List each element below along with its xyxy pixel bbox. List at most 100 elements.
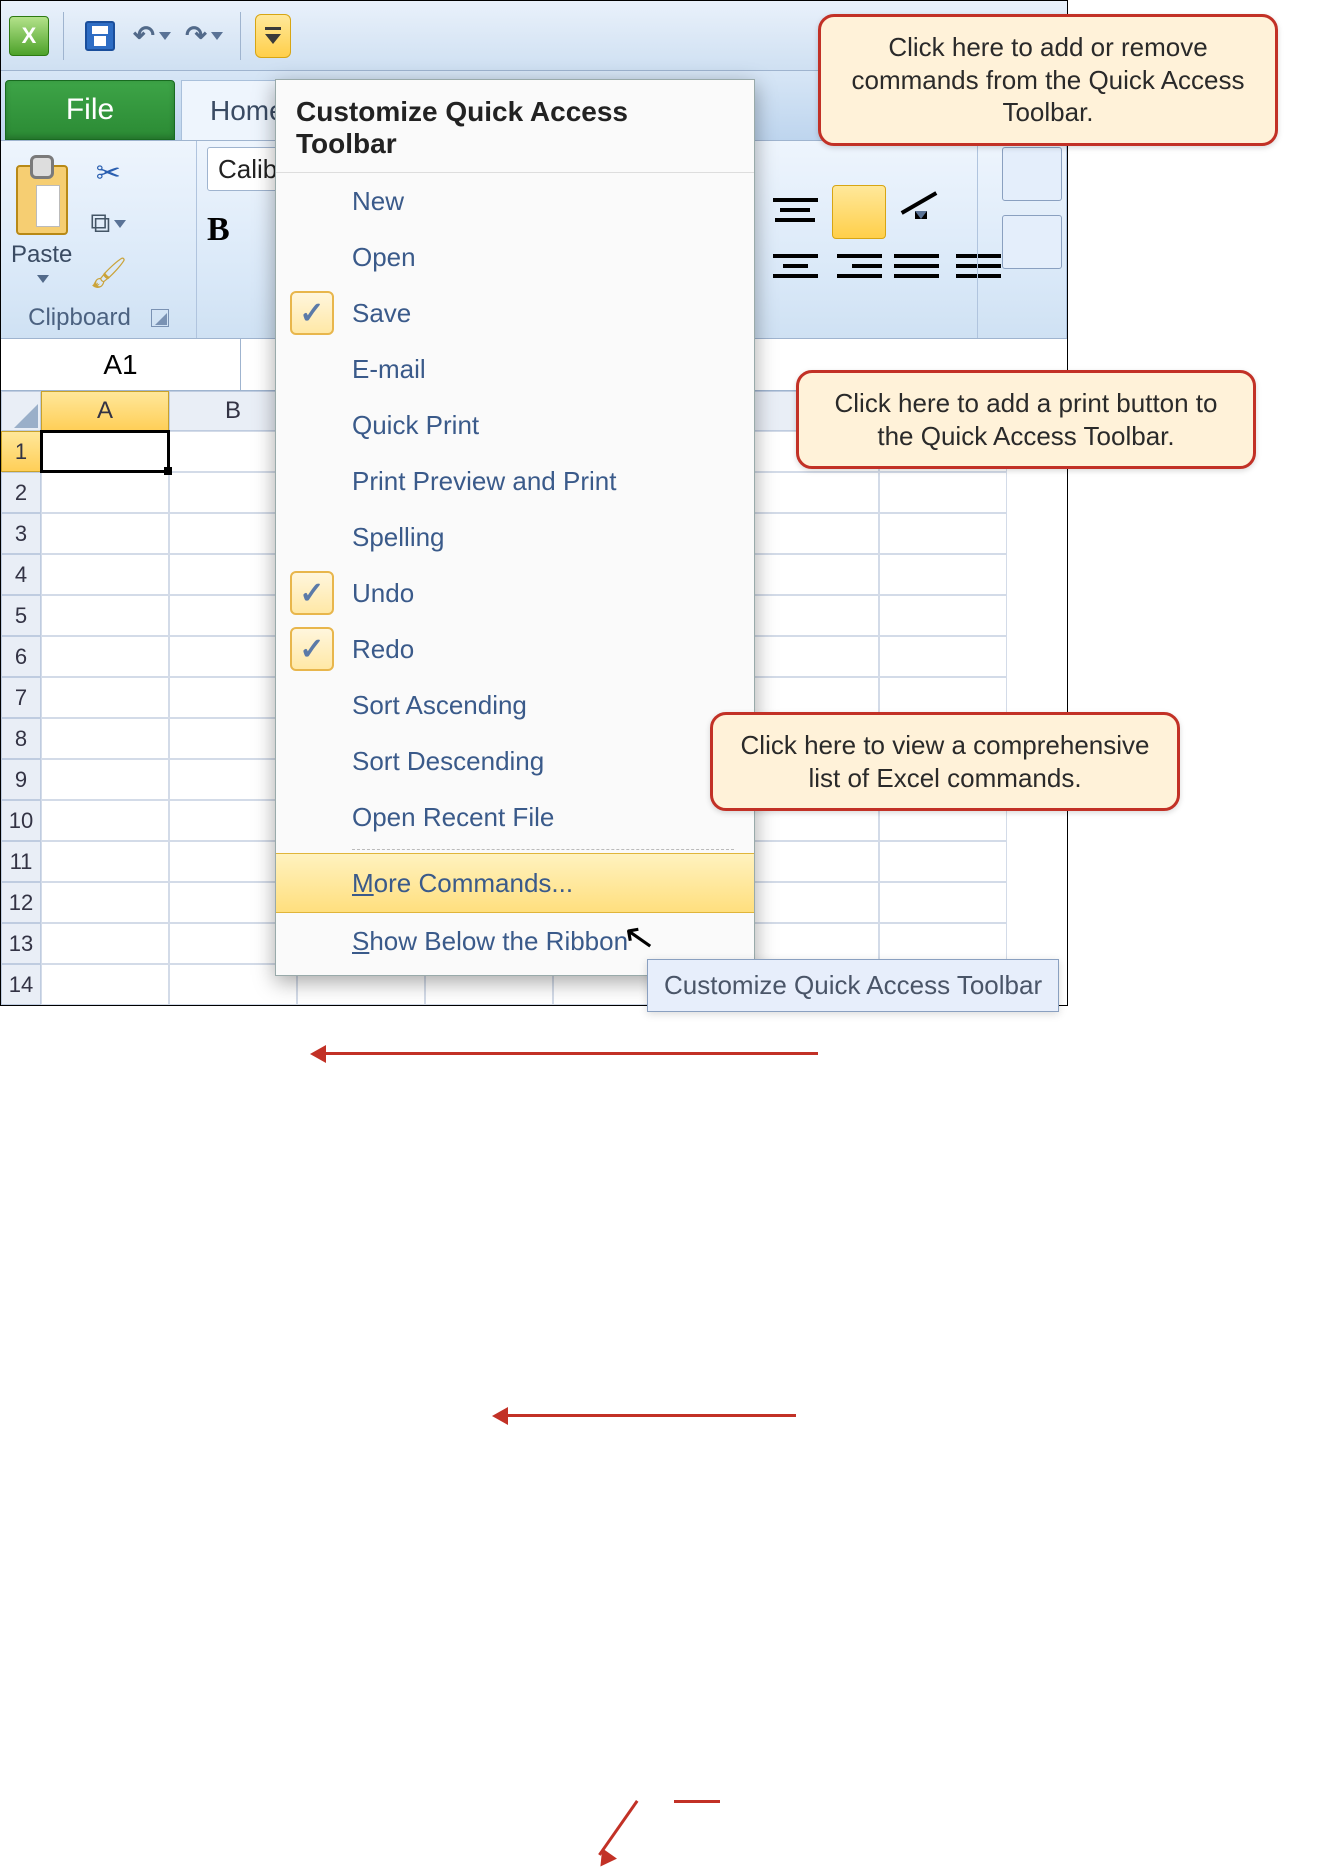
cell[interactable]: [41, 554, 169, 595]
cell[interactable]: [41, 595, 169, 636]
align-center-button[interactable]: [770, 241, 820, 291]
select-all-button[interactable]: [1, 391, 41, 431]
row-header[interactable]: 2: [1, 472, 41, 513]
paste-button[interactable]: Paste: [11, 165, 72, 283]
qat-customize-button[interactable]: [255, 14, 291, 58]
menu-item-label: Redo: [352, 634, 734, 665]
cell[interactable]: [41, 677, 169, 718]
menu-icon: [265, 27, 281, 30]
qat-undo-button[interactable]: ↶: [130, 14, 174, 58]
qat-menu-item-spelling[interactable]: Spelling: [276, 509, 754, 565]
cell[interactable]: [751, 841, 879, 882]
cell[interactable]: [41, 718, 169, 759]
cell[interactable]: [41, 841, 169, 882]
chevron-down-icon: [915, 211, 927, 219]
row-header[interactable]: 3: [1, 513, 41, 554]
cell[interactable]: [879, 554, 1007, 595]
cell[interactable]: [751, 472, 879, 513]
qat-menu-item-new[interactable]: New: [276, 173, 754, 229]
row-header[interactable]: 13: [1, 923, 41, 964]
row-header[interactable]: 8: [1, 718, 41, 759]
bold-button[interactable]: B: [207, 211, 230, 249]
cell[interactable]: [879, 841, 1007, 882]
format-cells-button[interactable]: [1002, 215, 1062, 269]
cell[interactable]: [41, 759, 169, 800]
excel-app-icon[interactable]: X: [9, 16, 49, 56]
decrease-indent-button[interactable]: [894, 241, 944, 291]
format-painter-button[interactable]: 🖌: [90, 256, 126, 292]
align-right-button[interactable]: [832, 241, 882, 291]
cell[interactable]: [41, 882, 169, 923]
orientation-button[interactable]: [894, 185, 944, 235]
menu-item-label: More Commands...: [352, 868, 734, 899]
col-header-A[interactable]: A: [41, 391, 169, 431]
cut-button[interactable]: ✂: [90, 156, 126, 192]
qat-menu-item-open-recent[interactable]: Open Recent File: [276, 789, 754, 845]
cell[interactable]: [751, 882, 879, 923]
dialog-launcher-icon[interactable]: [151, 309, 169, 327]
row-header[interactable]: 5: [1, 595, 41, 636]
row-header[interactable]: 7: [1, 677, 41, 718]
cell[interactable]: [879, 472, 1007, 513]
qat-menu-item-print-preview[interactable]: Print Preview and Print: [276, 453, 754, 509]
qat-menu-item-sort-asc[interactable]: Sort Ascending: [276, 677, 754, 733]
cell[interactable]: [41, 513, 169, 554]
menu-item-label: E-mail: [352, 354, 734, 385]
cell-A1[interactable]: [41, 431, 169, 472]
qat-menu-item-sort-desc[interactable]: Sort Descending: [276, 733, 754, 789]
row-header[interactable]: 6: [1, 636, 41, 677]
copy-button[interactable]: ⧉: [90, 206, 126, 242]
menu-item-label: Sort Descending: [352, 746, 734, 777]
tooltip: Customize Quick Access Toolbar: [647, 959, 1059, 1012]
chevron-down-icon: [159, 32, 171, 40]
wrap-text-button[interactable]: [832, 185, 886, 239]
cell[interactable]: [41, 964, 169, 1005]
cell[interactable]: [879, 923, 1007, 964]
cell[interactable]: [751, 636, 879, 677]
chevron-down-icon: [265, 34, 281, 44]
row-header-1[interactable]: 1: [1, 431, 41, 472]
annotation-callout-1: Click here to add or remove commands fro…: [818, 14, 1278, 146]
row-header[interactable]: 11: [1, 841, 41, 882]
cell[interactable]: [751, 595, 879, 636]
undo-icon: ↶: [133, 20, 155, 51]
menu-item-label: Save: [352, 298, 734, 329]
qat-menu-item-undo[interactable]: ✓Undo: [276, 565, 754, 621]
qat-menu-item-more-commands[interactable]: More Commands...: [276, 853, 754, 913]
row-header[interactable]: 10: [1, 800, 41, 841]
cell[interactable]: [879, 513, 1007, 554]
cell[interactable]: [751, 923, 879, 964]
row-header[interactable]: 14: [1, 964, 41, 1005]
cell[interactable]: [41, 800, 169, 841]
save-icon: [85, 21, 115, 51]
row-header[interactable]: 12: [1, 882, 41, 923]
name-box[interactable]: A1: [1, 339, 241, 390]
row-header[interactable]: 9: [1, 759, 41, 800]
cell[interactable]: [41, 923, 169, 964]
cell[interactable]: [879, 882, 1007, 923]
qat-menu-item-save[interactable]: ✓Save: [276, 285, 754, 341]
annotation-callout-2: Click here to add a print button to the …: [796, 370, 1256, 469]
align-top-center-button[interactable]: [770, 185, 820, 235]
cell[interactable]: [41, 472, 169, 513]
menu-separator: [352, 849, 734, 850]
menu-item-label: Quick Print: [352, 410, 734, 441]
qat-redo-button[interactable]: ↷: [182, 14, 226, 58]
cell[interactable]: [751, 554, 879, 595]
qat-menu-item-redo[interactable]: ✓ Redo: [276, 621, 754, 677]
check-icon: ✓: [290, 627, 334, 671]
cell[interactable]: [41, 636, 169, 677]
chevron-down-icon: [37, 275, 49, 283]
qat-menu-item-open[interactable]: Open: [276, 229, 754, 285]
cell[interactable]: [879, 636, 1007, 677]
clipboard-mini-buttons: ✂ ⧉ 🖌: [90, 156, 126, 292]
menu-item-label: Print Preview and Print: [352, 466, 734, 497]
cell[interactable]: [879, 595, 1007, 636]
cell[interactable]: [751, 513, 879, 554]
qat-menu-item-quick-print[interactable]: Quick Print: [276, 397, 754, 453]
qat-save-button[interactable]: [78, 14, 122, 58]
row-header[interactable]: 4: [1, 554, 41, 595]
qat-menu-item-email[interactable]: E-mail: [276, 341, 754, 397]
merge-button[interactable]: [1002, 147, 1062, 201]
tab-file[interactable]: File: [5, 80, 175, 140]
